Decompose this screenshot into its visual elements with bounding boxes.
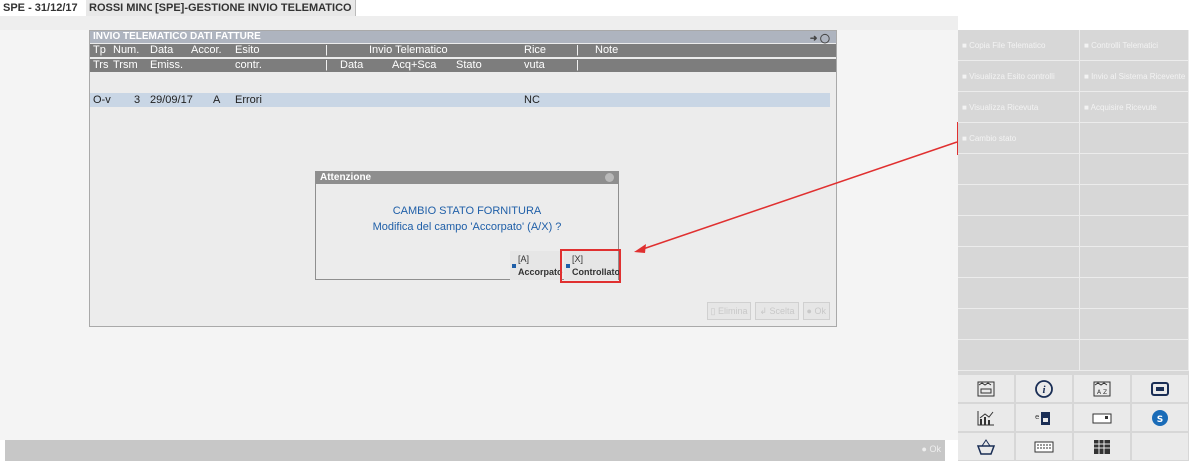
- visualizza-ricevuta-button[interactable]: ■ Visualizza Ricevuta: [958, 92, 1080, 123]
- sort-az-icon[interactable]: A Z: [1074, 375, 1131, 403]
- calculator-icon[interactable]: [1074, 433, 1131, 461]
- file-list-icon[interactable]: [958, 375, 1015, 403]
- empty-cell: [1080, 123, 1189, 154]
- app-root: SPE - 31/12/17 ROSSI MINO [SPE]-GESTIONE…: [0, 0, 1189, 461]
- empty-cell: [958, 340, 1080, 371]
- empty-cell: [1080, 309, 1189, 340]
- controlli-telematici-button[interactable]: ■ Controlli Telematici: [1080, 30, 1189, 61]
- play-icon[interactable]: [1132, 375, 1189, 403]
- copia-file-telematico-button[interactable]: ■ Copia File Telematico: [958, 30, 1080, 61]
- empty-cell: [1080, 216, 1189, 247]
- empty-cell: [1080, 154, 1189, 185]
- visualizza-ricevuta-label: Visualizza Ricevuta: [969, 103, 1039, 112]
- invio-label: Invio al Sistema Ricevente: [1091, 72, 1186, 81]
- empty-cell: [958, 309, 1080, 340]
- empty-cell: [1080, 278, 1189, 309]
- empty-cell: [958, 216, 1080, 247]
- keyboard-small-icon[interactable]: [1074, 404, 1131, 432]
- visualizza-esito-button[interactable]: ■ Visualizza Esito controlli: [958, 61, 1080, 92]
- svg-text:A Z: A Z: [1097, 389, 1107, 396]
- cambio-stato-label: Cambio stato: [969, 134, 1017, 143]
- invio-sistema-button[interactable]: ■ Invio al Sistema Ricevente: [1080, 61, 1189, 92]
- sw-icon[interactable]: S: [1132, 404, 1189, 432]
- command-panel: ■ Copia File Telematico ■ Controlli Tele…: [958, 30, 1189, 461]
- svg-text:i: i: [1042, 384, 1046, 396]
- chart-icon[interactable]: [958, 404, 1015, 432]
- svg-text:e: e: [1035, 413, 1039, 421]
- acquisire-ricevute-button[interactable]: ■ Acquisire Ricevute: [1080, 92, 1189, 123]
- info-icon[interactable]: i: [1016, 375, 1073, 403]
- empty-cell: [958, 154, 1080, 185]
- empty-cell: [1080, 247, 1189, 278]
- basket-icon[interactable]: [958, 433, 1015, 461]
- empty-cell: [958, 185, 1080, 216]
- empty-cell: [1080, 185, 1189, 216]
- status-bar: ● Ok: [5, 440, 945, 461]
- status-ok-button[interactable]: ● Ok: [922, 444, 941, 454]
- svg-text:S: S: [1157, 415, 1163, 425]
- copia-label: Copia File Telematico: [969, 41, 1046, 50]
- lock-doc-icon[interactable]: e: [1016, 404, 1073, 432]
- empty-cell: [1080, 340, 1189, 371]
- cambio-stato-button[interactable]: ■ Cambio stato: [958, 123, 1080, 154]
- empty-cell: [958, 278, 1080, 309]
- keyboard-icon[interactable]: [1016, 433, 1073, 461]
- visualizza-esito-label: Visualizza Esito controlli: [969, 72, 1055, 81]
- empty-cell: [958, 247, 1080, 278]
- status-ok-label: Ok: [929, 444, 941, 454]
- acquisire-label: Acquisire Ricevute: [1090, 103, 1157, 112]
- controlli-label: Controlli Telematici: [1091, 41, 1159, 50]
- empty-icon-cell: [1132, 433, 1189, 461]
